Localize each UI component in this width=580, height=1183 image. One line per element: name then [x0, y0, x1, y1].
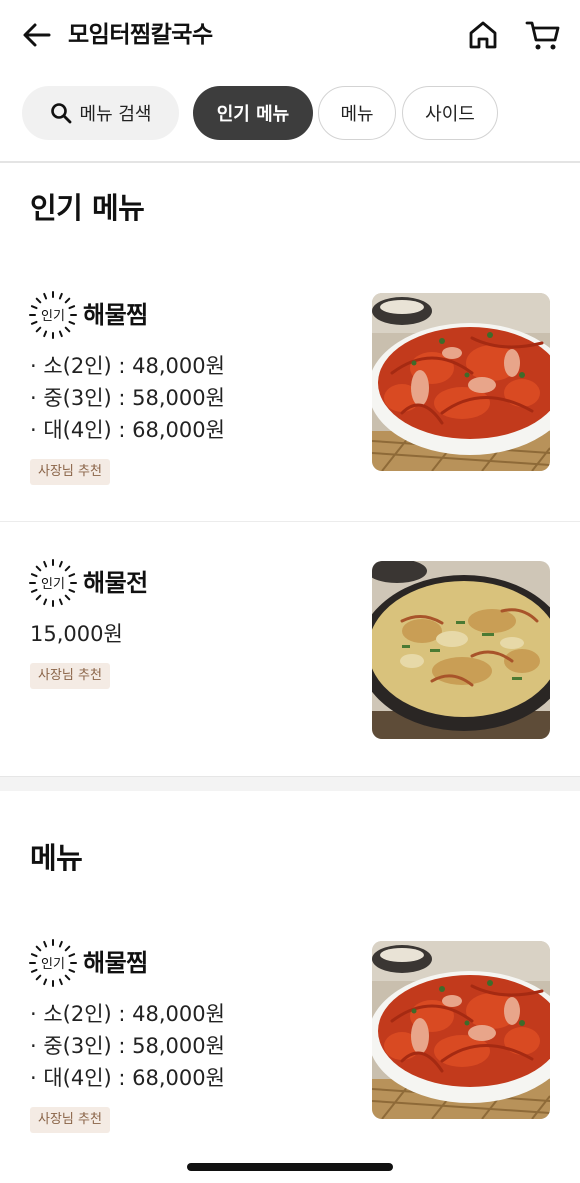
seafood-stew-image[interactable]: [372, 293, 550, 471]
menu-search-label: 메뉴 검색: [79, 104, 152, 125]
cart-icon[interactable]: [524, 18, 562, 52]
item-price: 15,000원: [30, 622, 123, 646]
item-price: · 소(2인) : 48,000원: [30, 354, 225, 378]
item-divider: [0, 521, 580, 522]
menu-search-chip[interactable]: 메뉴 검색: [22, 86, 179, 140]
section-title-menu: 메뉴: [30, 841, 83, 875]
home-indicator[interactable]: [187, 1163, 393, 1171]
popular-badge-icon: 인기: [28, 290, 78, 340]
item-price: · 대(4인) : 68,000원: [30, 418, 225, 442]
tab-side[interactable]: 사이드: [402, 86, 498, 140]
owner-recommend-tag: 사장님 추천: [30, 459, 110, 485]
item-price: · 중(3인) : 58,000원: [30, 386, 225, 410]
seafood-pancake-image[interactable]: [372, 561, 550, 739]
item-name: 해물전: [83, 569, 148, 597]
search-icon: [50, 103, 71, 124]
popular-badge-text: 인기: [41, 577, 65, 592]
tab-popular-menu[interactable]: 인기 메뉴: [193, 86, 313, 140]
section-title-popular: 인기 메뉴: [30, 191, 145, 225]
divider: [0, 161, 580, 163]
category-chips: 메뉴 검색 인기 메뉴 메뉴 사이드: [0, 86, 580, 142]
owner-recommend-tag: 사장님 추천: [30, 1107, 110, 1133]
item-name: 해물찜: [83, 301, 148, 329]
tab-menu[interactable]: 메뉴: [318, 86, 396, 140]
item-price: · 대(4인) : 68,000원: [30, 1066, 225, 1090]
arrow-left-icon[interactable]: [20, 18, 54, 52]
home-icon[interactable]: [466, 18, 500, 52]
section-divider: [0, 776, 580, 791]
seafood-stew-image[interactable]: [372, 941, 550, 1119]
popular-badge-text: 인기: [41, 957, 65, 972]
popular-badge-icon: 인기: [28, 938, 78, 988]
item-price: · 소(2인) : 48,000원: [30, 1002, 225, 1026]
item-price: · 중(3인) : 58,000원: [30, 1034, 225, 1058]
top-bar: 모임터찜칼국수: [0, 0, 580, 72]
popular-badge-icon: 인기: [28, 558, 78, 608]
item-name: 해물찜: [83, 949, 148, 977]
owner-recommend-tag: 사장님 추천: [30, 663, 110, 689]
page-title: 모임터찜칼국수: [68, 22, 213, 48]
popular-badge-text: 인기: [41, 309, 65, 324]
